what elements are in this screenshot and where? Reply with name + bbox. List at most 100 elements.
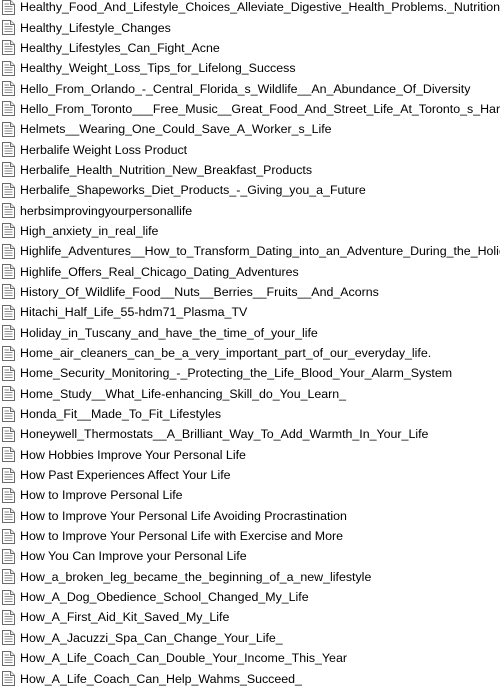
text-document-icon	[2, 223, 15, 239]
text-document-icon	[2, 447, 15, 463]
file-list-item[interactable]: Herbalife_Shapeworks_Diet_Products_-_Giv…	[0, 180, 500, 200]
file-list-item[interactable]: Hitachi_Half_Life_55-hdm71_Plasma_TV	[0, 302, 500, 322]
text-document-icon	[2, 20, 15, 36]
file-list-item[interactable]: Holiday_in_Tuscany_and_have_the_time_of_…	[0, 323, 500, 343]
file-name: Holiday_in_Tuscany_and_have_the_time_of_…	[20, 325, 318, 340]
text-document-icon	[2, 101, 15, 117]
file-list-item[interactable]: How_A_Jacuzzi_Spa_Can_Change_Your_Life_	[0, 628, 500, 648]
text-document-icon	[2, 40, 15, 56]
file-list-item[interactable]: How_A_Dog_Obedience_School_Changed_My_Li…	[0, 587, 500, 607]
file-list-item[interactable]: Herbalife_Health_Nutrition_New_Breakfast…	[0, 160, 500, 180]
text-document-icon	[2, 569, 15, 585]
file-list-item[interactable]: How to Improve Your Personal Life with E…	[0, 526, 500, 546]
text-document-icon	[2, 508, 15, 524]
file-name: How_A_Dog_Obedience_School_Changed_My_Li…	[20, 590, 309, 605]
file-list-item[interactable]: Hello_From_Orlando_-_Central_Florida_s_W…	[0, 78, 500, 98]
file-list-item[interactable]: Home_Security_Monitoring_-_Protecting_th…	[0, 363, 500, 383]
file-name: How to Improve Your Personal Life Avoidi…	[20, 508, 347, 523]
file-list-item[interactable]: Hello_From_Toronto___Free_Music__Great_F…	[0, 99, 500, 119]
file-list-item[interactable]: How to Improve Personal Life	[0, 485, 500, 505]
text-document-icon	[2, 406, 15, 422]
file-name: How_A_Life_Coach_Can_Help_Wahms_Succeed_	[20, 671, 302, 686]
text-document-icon	[2, 365, 15, 381]
file-name: How to Improve Personal Life	[20, 488, 183, 503]
file-list-item[interactable]: History_Of_Wildlife_Food__Nuts__Berries_…	[0, 282, 500, 302]
file-list-item[interactable]: Healthy_Weight_Loss_Tips_for_Lifelong_Su…	[0, 58, 500, 78]
file-name: How_A_Life_Coach_Can_Double_Your_Income_…	[20, 651, 347, 666]
file-name: Healthy_Lifestyle_Changes	[20, 20, 171, 35]
text-document-icon	[2, 609, 15, 625]
file-list-item[interactable]: High_anxiety_in_real_life	[0, 221, 500, 241]
text-document-icon	[2, 304, 15, 320]
file-list-item[interactable]: How_A_Life_Coach_Can_Double_Your_Income_…	[0, 648, 500, 668]
text-document-icon	[2, 264, 15, 280]
file-name: How You Can Improve your Personal Life	[20, 549, 247, 564]
file-name: Honda_Fit__Made_To_Fit_Lifestyles	[20, 407, 222, 422]
file-name: How Hobbies Improve Your Personal Life	[20, 447, 246, 462]
file-list-item[interactable]: How_A_Life_Coach_Can_Help_Wahms_Succeed_	[0, 668, 500, 686]
file-name: Honeywell_Thermostats__A_Brilliant_Way_T…	[20, 427, 429, 442]
file-name: Herbalife Weight Loss Product	[20, 142, 188, 157]
file-name: How_A_Jacuzzi_Spa_Can_Change_Your_Life_	[20, 630, 283, 645]
file-name: History_Of_Wildlife_Food__Nuts__Berries_…	[20, 284, 379, 299]
file-name: How to Improve Your Personal Life with E…	[20, 529, 344, 544]
file-list-item[interactable]: Helmets__Wearing_One_Could_Save_A_Worker…	[0, 119, 500, 139]
text-document-icon	[2, 121, 15, 137]
file-name: herbsimprovingyourpersonallife	[20, 203, 193, 218]
text-document-icon	[2, 426, 15, 442]
file-name: Healthy_Weight_Loss_Tips_for_Lifelong_Su…	[20, 61, 296, 76]
file-list-item[interactable]: herbsimprovingyourpersonallife	[0, 200, 500, 220]
file-name: Hello_From_Orlando_-_Central_Florida_s_W…	[20, 81, 471, 96]
text-document-icon	[2, 0, 15, 15]
file-list: Healthy_Food_And_Lifestyle_Choices_Allev…	[0, 0, 500, 686]
text-document-icon	[2, 243, 15, 259]
file-name: Herbalife_Health_Nutrition_New_Breakfast…	[20, 162, 313, 177]
file-list-item[interactable]: Healthy_Lifestyle_Changes	[0, 17, 500, 37]
file-name: High_anxiety_in_real_life	[20, 223, 159, 238]
text-document-icon	[2, 162, 15, 178]
text-document-icon	[2, 142, 15, 158]
text-document-icon	[2, 345, 15, 361]
file-name: Helmets__Wearing_One_Could_Save_A_Worker…	[20, 122, 332, 137]
text-document-icon	[2, 630, 15, 646]
file-name: Home_Study__What_Life-enhancing_Skill_do…	[20, 386, 347, 401]
text-document-icon	[2, 650, 15, 666]
file-list-item[interactable]: How Hobbies Improve Your Personal Life	[0, 445, 500, 465]
text-document-icon	[2, 182, 15, 198]
file-list-item[interactable]: Honeywell_Thermostats__A_Brilliant_Way_T…	[0, 424, 500, 444]
text-document-icon	[2, 589, 15, 605]
file-name: How_A_First_Aid_Kit_Saved_My_Life	[20, 610, 230, 625]
text-document-icon	[2, 81, 15, 97]
file-list-item[interactable]: Healthy_Lifestyles_Can_Fight_Acne	[0, 38, 500, 58]
text-document-icon	[2, 60, 15, 76]
file-list-item[interactable]: Home_Study__What_Life-enhancing_Skill_do…	[0, 384, 500, 404]
file-name: Home_air_cleaners_can_be_a_very_importan…	[20, 346, 432, 361]
file-list-item[interactable]: How_A_First_Aid_Kit_Saved_My_Life	[0, 607, 500, 627]
file-list-item[interactable]: How to Improve Your Personal Life Avoidi…	[0, 506, 500, 526]
file-name: Healthy_Lifestyles_Can_Fight_Acne	[20, 40, 220, 55]
text-document-icon	[2, 203, 15, 219]
file-name: Highlife_Offers_Real_Chicago_Dating_Adve…	[20, 264, 299, 279]
file-name: How_a_broken_leg_became_the_beginning_of…	[20, 569, 372, 584]
text-document-icon	[2, 284, 15, 300]
file-list-item[interactable]: How Past Experiences Affect Your Life	[0, 465, 500, 485]
file-list-item[interactable]: Honda_Fit__Made_To_Fit_Lifestyles	[0, 404, 500, 424]
file-list-item[interactable]: Highlife_Offers_Real_Chicago_Dating_Adve…	[0, 261, 500, 281]
file-name: Hitachi_Half_Life_55-hdm71_Plasma_TV	[20, 305, 248, 320]
text-document-icon	[2, 548, 15, 564]
text-document-icon	[2, 386, 15, 402]
file-list-item[interactable]: Home_air_cleaners_can_be_a_very_importan…	[0, 343, 500, 363]
file-name: How Past Experiences Affect Your Life	[20, 468, 231, 483]
file-name: Herbalife_Shapeworks_Diet_Products_-_Giv…	[20, 183, 366, 198]
text-document-icon	[2, 487, 15, 503]
file-list-item[interactable]: How You Can Improve your Personal Life	[0, 546, 500, 566]
file-list-item[interactable]: Highlife_Adventures__How_to_Transform_Da…	[0, 241, 500, 261]
text-document-icon	[2, 528, 15, 544]
file-name: Home_Security_Monitoring_-_Protecting_th…	[20, 366, 453, 381]
text-document-icon	[2, 325, 15, 341]
file-list-item[interactable]: How_a_broken_leg_became_the_beginning_of…	[0, 567, 500, 587]
file-list-item[interactable]: Herbalife Weight Loss Product	[0, 139, 500, 159]
file-name: Healthy_Food_And_Lifestyle_Choices_Allev…	[20, 0, 500, 15]
file-list-item[interactable]: Healthy_Food_And_Lifestyle_Choices_Allev…	[0, 0, 500, 17]
text-document-icon	[2, 467, 15, 483]
